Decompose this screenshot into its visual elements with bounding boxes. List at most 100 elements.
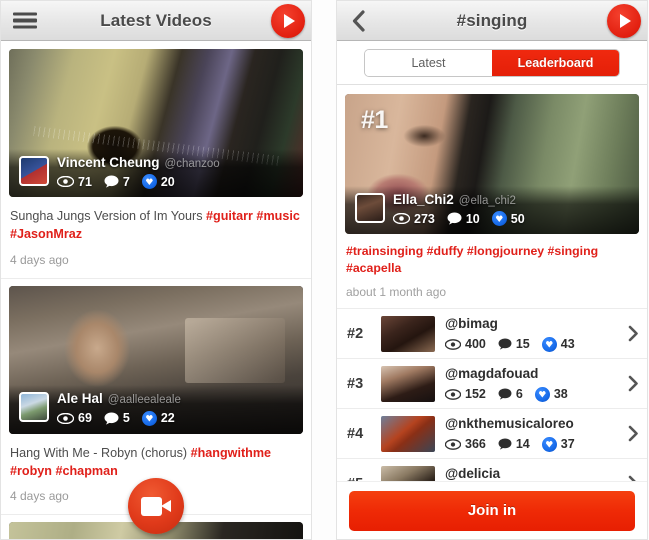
user-handle: @nkthemusicaloreo — [445, 416, 574, 432]
heart-icon — [141, 410, 157, 426]
rank-label: #2 — [347, 325, 364, 342]
app-screenshot: Latest Videos Vincent Cheung @chanzoo 71… — [0, 0, 649, 540]
video-card[interactable]: Vincent Cheung @chanzoo 71 7 20 Sungha J… — [1, 49, 311, 279]
user-name: Vincent Cheung — [57, 154, 160, 170]
leaderboard-row[interactable]: #4 @nkthemusicaloreo 366 14 37 — [337, 408, 647, 459]
eye-icon — [445, 438, 461, 450]
likes-stat: 20 — [141, 174, 175, 189]
avatar[interactable] — [19, 392, 49, 422]
likes-count: 20 — [160, 174, 175, 189]
likes-stat: 22 — [141, 410, 175, 426]
comments-stat: 10 — [447, 212, 480, 226]
leaderboard-body[interactable]: #1 Ella_Chi2 @ella_chi2 273 10 50 #train… — [337, 87, 647, 539]
views-count: 69 — [78, 411, 92, 425]
views-stat: 366 — [445, 437, 486, 451]
featured-overlay-info: Ella_Chi2 @ella_chi2 273 10 50 — [345, 185, 639, 234]
comment-bubble-icon — [498, 338, 512, 350]
likes-stat: 38 — [534, 386, 568, 402]
play-triangle — [620, 13, 631, 28]
video-thumbnail[interactable]: Vincent Cheung @chanzoo 71 7 20 — [9, 49, 303, 197]
comments-stat: 6 — [498, 387, 523, 401]
row-thumbnail[interactable] — [381, 315, 435, 352]
video-stats: 69 5 22 — [57, 410, 293, 426]
chevron-left-icon[interactable] — [351, 9, 367, 32]
user-name: Ale Hal — [57, 391, 103, 406]
eye-icon — [445, 388, 461, 400]
tab-latest[interactable]: Latest — [365, 49, 492, 76]
heart-icon — [491, 211, 507, 226]
eye-icon — [393, 213, 410, 224]
featured-user-block: Ella_Chi2 @ella_chi2 273 10 50 — [393, 191, 629, 226]
video-user-block: Ale Hal @aalleealeale 69 5 22 — [57, 392, 293, 426]
likes-stat: 43 — [541, 336, 575, 352]
play-circle-icon[interactable] — [271, 3, 305, 38]
views-stat: 152 — [445, 387, 486, 401]
comments-stat: 14 — [498, 437, 530, 451]
join-in-button[interactable]: Join in — [349, 490, 635, 531]
user-handle: @magdafouad — [445, 366, 539, 382]
user-handle: @aalleealeale — [107, 394, 181, 406]
play-circle-icon[interactable] — [607, 3, 641, 38]
hamburger-menu-icon[interactable] — [13, 12, 37, 29]
hashtag-leaderboard-panel: #singing Latest Leaderboard #1 Ella_Chi2 — [336, 0, 648, 540]
views-count: 366 — [465, 437, 486, 451]
caption-text: Hang With Me - Robyn (chorus) — [10, 445, 191, 460]
row-stats: 152 6 38 — [445, 386, 621, 402]
hamburger-bar — [13, 25, 37, 29]
user-handle: @ella_chi2 — [458, 194, 516, 207]
chevron-right-icon[interactable] — [621, 425, 639, 442]
rank-label: #4 — [347, 425, 364, 442]
right-navbar: #singing — [337, 1, 647, 41]
video-user-row: Ale Hal @aalleealeale — [57, 392, 293, 407]
tab-bar: Latest Leaderboard — [337, 41, 647, 85]
play-triangle — [284, 13, 295, 28]
video-timestamp: 4 days ago — [10, 252, 69, 267]
video-user-row: Vincent Cheung @chanzoo — [57, 154, 293, 171]
record-video-button[interactable] — [128, 478, 184, 534]
chevron-right-icon[interactable] — [621, 325, 639, 342]
row-thumbnail[interactable] — [381, 365, 435, 402]
video-caption: Sungha Jungs Version of Im Yours #guitar… — [1, 197, 311, 244]
comment-bubble-icon — [447, 212, 462, 225]
views-count: 273 — [414, 211, 435, 226]
likes-count: 43 — [560, 337, 575, 351]
likes-count: 37 — [560, 437, 575, 451]
heart-icon — [534, 386, 550, 402]
page-title: #singing — [456, 10, 528, 30]
chevron-right-icon[interactable] — [621, 375, 639, 392]
avatar[interactable] — [355, 192, 385, 223]
leaderboard-row[interactable]: #2 @bimag 400 15 43 — [337, 308, 647, 359]
featured-user-row: Ella_Chi2 @ella_chi2 — [393, 191, 629, 208]
tab-leaderboard[interactable]: Leaderboard — [492, 49, 619, 76]
user-handle: @bimag — [445, 316, 498, 332]
heart-icon — [141, 174, 157, 189]
video-thumbnail[interactable]: Ale Hal @aalleealeale 69 5 22 — [9, 285, 303, 434]
latest-videos-panel: Latest Videos Vincent Cheung @chanzoo 71… — [0, 0, 312, 540]
comments-count: 15 — [515, 337, 530, 351]
views-stat: 400 — [445, 337, 486, 351]
row-info: @magdafouad 152 6 38 — [445, 366, 621, 402]
comments-count: 10 — [465, 211, 480, 226]
views-stat: 273 — [393, 212, 435, 226]
views-count: 71 — [78, 174, 92, 189]
video-overlay-info: Vincent Cheung @chanzoo 71 7 20 — [9, 148, 303, 197]
user-name: Ella_Chi2 — [393, 191, 454, 207]
comment-bubble-icon — [104, 175, 119, 188]
featured-video-thumbnail[interactable]: #1 Ella_Chi2 @ella_chi2 273 10 50 — [345, 94, 639, 234]
eye-icon — [57, 412, 74, 424]
rank-badge: #1 — [361, 106, 388, 134]
row-info: @bimag 400 15 43 — [445, 316, 621, 352]
row-thumbnail[interactable] — [381, 415, 435, 452]
eye-icon — [57, 176, 74, 187]
leaderboard-row[interactable]: #3 @magdafouad 152 6 38 — [337, 358, 647, 409]
video-feed-list[interactable]: Vincent Cheung @chanzoo 71 7 20 Sungha J… — [1, 42, 311, 539]
video-stats: 71 7 20 — [57, 174, 293, 189]
video-overlay-info: Ale Hal @aalleealeale 69 5 22 — [9, 385, 303, 434]
featured-hashtags[interactable]: #trainsinging #duffy #longjourney #singi… — [337, 234, 647, 277]
featured-timestamp: about 1 month ago — [346, 285, 447, 300]
likes-stat: 50 — [491, 211, 525, 226]
comments-count: 14 — [515, 437, 530, 451]
avatar[interactable] — [19, 155, 49, 186]
row-stats: 400 15 43 — [445, 336, 621, 352]
likes-count: 50 — [510, 211, 525, 226]
